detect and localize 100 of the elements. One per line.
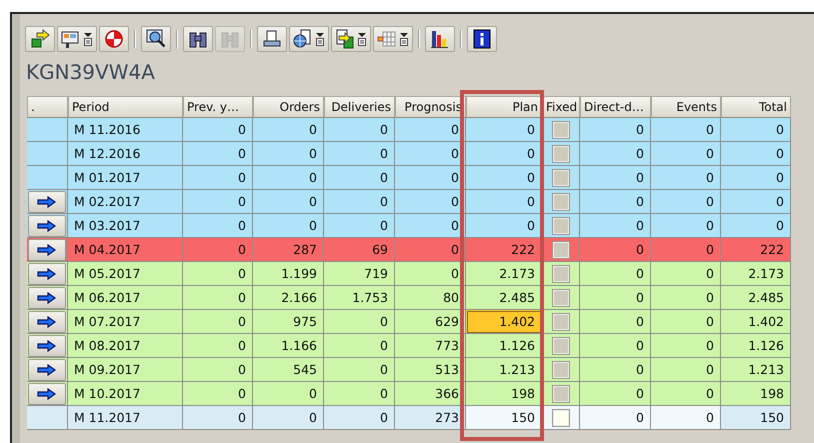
table-cell: 80 (395, 286, 466, 310)
table-cell: 0 (721, 190, 791, 214)
right-arrow-icon (37, 364, 57, 376)
column-header[interactable]: Prognosis (395, 96, 466, 118)
dropdown-icon (315, 32, 325, 46)
grid-icon (377, 29, 397, 49)
fixed-checkbox[interactable] (552, 386, 568, 402)
table-cell: 0 (253, 190, 324, 214)
toolbar-button[interactable] (25, 26, 55, 52)
right-arrow-icon (37, 268, 57, 280)
dropdown-icon (83, 32, 93, 46)
fixed-checkbox[interactable] (552, 314, 568, 330)
object-title: KGN39VW4A (25, 59, 156, 86)
table-cell: 2.485 (721, 286, 791, 310)
fixed-checkbox[interactable] (552, 266, 568, 282)
table-cell: M 10.2017 (68, 382, 183, 406)
column-header[interactable]: Events (651, 96, 721, 118)
bar-chart-icon (430, 29, 450, 49)
fixed-checkbox[interactable] (552, 218, 568, 234)
fixed-checkbox[interactable] (552, 194, 568, 210)
table-cell: 0 (395, 262, 466, 286)
dropdown-icon (357, 32, 367, 46)
table-cell: 1.753 (324, 286, 395, 310)
table-cell: M 03.2017 (68, 214, 183, 238)
table-cell: 773 (395, 334, 466, 358)
dropdown-icon (399, 32, 409, 46)
fixed-checkbox[interactable] (552, 362, 568, 378)
right-arrow-icon (37, 196, 57, 208)
column-header[interactable]: . (27, 96, 68, 118)
table-cell: 0 (183, 214, 253, 238)
column-header[interactable]: Period (68, 96, 183, 118)
table-cell: 0 (580, 214, 651, 238)
table-cell: M 12.2016 (68, 142, 183, 166)
table-cell: 0 (183, 190, 253, 214)
right-arrow-icon (37, 220, 57, 232)
fixed-checkbox[interactable] (552, 122, 568, 138)
table-cell: 150 (721, 406, 791, 430)
table-cell: M 11.2017 (68, 406, 183, 430)
toolbar-button[interactable] (425, 26, 455, 52)
fixed-checkbox[interactable] (552, 290, 568, 306)
table-cell: 198 (721, 382, 791, 406)
document-globe-icon (293, 29, 313, 49)
table-cell: 0 (721, 118, 791, 142)
table-cell: M 11.2016 (68, 118, 183, 142)
table-cell: 0 (580, 118, 651, 142)
fixed-checkbox[interactable] (552, 410, 568, 426)
table-cell: 0 (324, 118, 395, 142)
table-cell: 0 (651, 286, 721, 310)
table-cell: 0 (651, 262, 721, 286)
table-cell: 0 (580, 190, 651, 214)
table-cell: 0 (395, 142, 466, 166)
right-arrow-icon (37, 244, 57, 256)
toolbar-button[interactable] (141, 26, 171, 52)
toolbar-button[interactable] (331, 26, 371, 52)
table-cell: 0 (721, 166, 791, 190)
table-cell: 0 (580, 166, 651, 190)
column-header[interactable]: Total (721, 96, 791, 118)
table-cell: 0 (651, 214, 721, 238)
toolbar-button[interactable] (257, 26, 287, 52)
table-cell: 2.173 (466, 262, 542, 286)
toolbar-button[interactable] (289, 26, 329, 52)
toolbar-button[interactable] (373, 26, 413, 52)
column-header[interactable]: Fixed (542, 96, 580, 118)
column-header[interactable]: Orders (253, 96, 324, 118)
table-cell: M 07.2017 (68, 310, 183, 334)
table-cell: 0 (395, 190, 466, 214)
table-cell: 0 (651, 166, 721, 190)
table-cell: 0 (324, 382, 395, 406)
toolbar-button[interactable] (183, 26, 213, 52)
table-cell: 273 (395, 406, 466, 430)
table-cell: 0 (651, 406, 721, 430)
column-header[interactable]: Plan (466, 96, 542, 118)
fixed-checkbox[interactable] (552, 242, 568, 258)
table-cell: 0 (183, 310, 253, 334)
toolbar-button[interactable] (99, 26, 129, 52)
table-cell: 0 (651, 382, 721, 406)
table-cell: 0 (183, 334, 253, 358)
column-header[interactable]: Direct-d… (580, 96, 651, 118)
column-header[interactable]: Deliveries (324, 96, 395, 118)
table-cell: 198 (466, 382, 542, 406)
table-cell: 0 (651, 190, 721, 214)
table-cell: 0 (324, 190, 395, 214)
fixed-checkbox[interactable] (552, 338, 568, 354)
fixed-checkbox[interactable] (552, 146, 568, 162)
table-cell: 0 (580, 142, 651, 166)
table-cell: 0 (183, 406, 253, 430)
right-arrow-icon (37, 340, 57, 352)
table-cell: 545 (253, 358, 324, 382)
table-cell: 0 (580, 262, 651, 286)
table-cell: 719 (324, 262, 395, 286)
toolbar-button[interactable] (57, 26, 97, 52)
toolbar-button[interactable] (467, 26, 497, 52)
table-cell: 222 (466, 238, 542, 262)
table-cell: 0 (651, 358, 721, 382)
table-cell: 0 (651, 142, 721, 166)
fixed-checkbox[interactable] (552, 170, 568, 186)
column-header[interactable]: Prev. y… (183, 96, 253, 118)
table-cell: 0 (324, 310, 395, 334)
table-cell: 0 (183, 262, 253, 286)
table-cell: 1.166 (253, 334, 324, 358)
